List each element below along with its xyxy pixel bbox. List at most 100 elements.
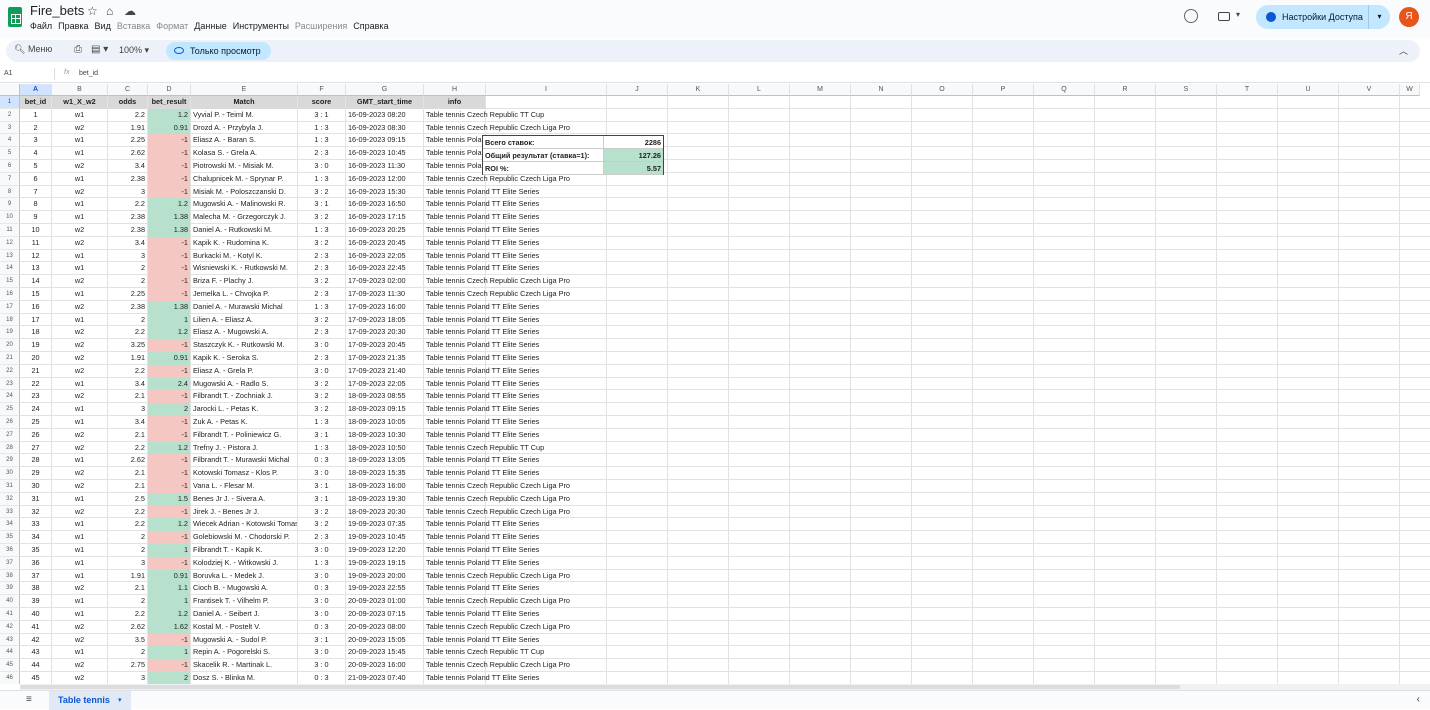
empty-cell[interactable]	[851, 595, 912, 608]
empty-cell[interactable]	[1034, 224, 1095, 237]
table-cell[interactable]: Daniel A. - Seibert J.	[191, 608, 298, 621]
table-cell[interactable]: 1.5	[148, 492, 191, 506]
row-number[interactable]: 12	[0, 236, 20, 250]
table-cell[interactable]: 36	[20, 556, 52, 570]
empty-cell[interactable]	[1339, 300, 1400, 314]
table-cell[interactable]: 3 : 2	[298, 275, 346, 288]
empty-cell[interactable]	[1156, 185, 1217, 199]
empty-cell[interactable]	[1095, 121, 1156, 135]
table-cell[interactable]: 16-09-2023 08:20	[346, 108, 424, 122]
column-title-cell[interactable]: Match	[191, 96, 298, 109]
empty-cell[interactable]	[486, 608, 607, 621]
table-cell[interactable]: 1 : 3	[298, 300, 346, 314]
table-cell[interactable]: 30	[20, 480, 52, 493]
empty-cell[interactable]	[912, 518, 973, 532]
empty-cell[interactable]	[851, 147, 912, 160]
empty-cell[interactable]	[668, 275, 729, 288]
table-cell[interactable]: Vyvial P. - Teiml M.	[191, 108, 298, 122]
empty-cell[interactable]	[729, 620, 790, 634]
empty-cell[interactable]	[1217, 428, 1278, 442]
chevron-left-icon[interactable]: ‹	[1417, 694, 1420, 705]
empty-cell[interactable]	[1217, 582, 1278, 596]
table-cell[interactable]: Table tennis Poland TT Elite Series	[424, 544, 539, 557]
table-cell[interactable]: Malecha M. - Grzegorczyk J.	[191, 211, 298, 224]
table-cell[interactable]: 0.91	[148, 121, 191, 135]
empty-cell[interactable]	[1095, 492, 1156, 506]
table-cell[interactable]: 18-09-2023 13:05	[346, 454, 424, 468]
scrollbar-thumb[interactable]	[20, 685, 1180, 689]
empty-cell[interactable]	[729, 454, 790, 468]
table-cell[interactable]: -1	[148, 160, 191, 173]
empty-cell[interactable]	[1156, 96, 1217, 109]
empty-cell[interactable]	[1156, 569, 1217, 583]
table-cell[interactable]: -1	[148, 185, 191, 199]
empty-cell[interactable]	[1278, 556, 1339, 570]
table-cell[interactable]: w2	[52, 352, 108, 365]
table-cell[interactable]: 16	[20, 300, 52, 314]
empty-cell[interactable]	[729, 288, 790, 301]
empty-cell[interactable]	[668, 198, 729, 212]
table-cell[interactable]: 2	[108, 646, 148, 660]
table-cell[interactable]: Kapik K. - Rudomina K.	[191, 236, 298, 250]
empty-cell[interactable]	[851, 403, 912, 416]
table-cell[interactable]: 3 : 0	[298, 659, 346, 672]
empty-cell[interactable]	[790, 96, 851, 109]
empty-cell[interactable]	[790, 480, 851, 493]
empty-cell[interactable]	[486, 659, 607, 672]
empty-cell[interactable]	[729, 377, 790, 391]
empty-cell[interactable]	[912, 339, 973, 352]
empty-cell[interactable]	[973, 96, 1034, 109]
empty-cell[interactable]	[973, 544, 1034, 557]
empty-cell[interactable]	[1278, 403, 1339, 416]
empty-cell[interactable]	[1278, 390, 1339, 404]
table-cell[interactable]: Jarocki L. - Petas K.	[191, 403, 298, 416]
row-number[interactable]: 9	[0, 198, 20, 212]
row-number[interactable]: 10	[0, 211, 20, 224]
empty-cell[interactable]	[607, 108, 668, 122]
table-cell[interactable]: Table tennis Poland TT Elite Series	[424, 249, 539, 263]
table-cell[interactable]: Table tennis Poland TT Elite Series	[424, 428, 539, 442]
empty-cell[interactable]	[607, 185, 668, 199]
empty-cell[interactable]	[973, 249, 1034, 263]
row-number[interactable]: 28	[0, 441, 20, 455]
table-cell[interactable]: 31	[20, 492, 52, 506]
summary-row[interactable]: ROI %: 5.57	[483, 162, 663, 175]
table-cell[interactable]: w1	[52, 262, 108, 276]
table-cell[interactable]: 3	[108, 185, 148, 199]
empty-cell[interactable]	[1217, 262, 1278, 276]
empty-cell[interactable]	[1095, 198, 1156, 212]
column-header[interactable]: E	[191, 84, 298, 96]
table-cell[interactable]: Staszczyk K. - Rutkowski M.	[191, 339, 298, 352]
empty-cell[interactable]	[973, 147, 1034, 160]
empty-cell[interactable]	[729, 172, 790, 186]
table-cell[interactable]: 3 : 0	[298, 467, 346, 480]
empty-cell[interactable]	[1156, 262, 1217, 276]
empty-cell[interactable]	[1217, 300, 1278, 314]
empty-cell[interactable]	[973, 620, 1034, 634]
table-cell[interactable]: Table tennis Poland TT Elite Series	[424, 416, 539, 429]
table-cell[interactable]: 6	[20, 172, 52, 186]
view-only-chip[interactable]: Только просмотр	[166, 42, 271, 60]
empty-cell[interactable]	[912, 288, 973, 301]
empty-cell[interactable]	[790, 185, 851, 199]
empty-cell[interactable]	[668, 441, 729, 455]
table-cell[interactable]: 18-09-2023 16:00	[346, 480, 424, 493]
empty-cell[interactable]	[790, 569, 851, 583]
menu-search-button[interactable]: 🔍︎ Меню	[14, 44, 52, 55]
empty-cell[interactable]	[1095, 326, 1156, 340]
table-cell[interactable]: 1	[148, 595, 191, 608]
empty-cell[interactable]	[851, 492, 912, 506]
empty-cell[interactable]	[1339, 160, 1400, 173]
empty-cell[interactable]	[1095, 620, 1156, 634]
empty-cell[interactable]	[1278, 480, 1339, 493]
row-number[interactable]: 14	[0, 262, 20, 276]
table-cell[interactable]: 21-09-2023 07:40	[346, 672, 424, 684]
table-cell[interactable]: -1	[148, 390, 191, 404]
table-cell[interactable]: Table tennis Poland TT Elite Series	[424, 467, 539, 480]
table-cell[interactable]: Table tennis Poland TT Elite Series	[424, 518, 539, 532]
empty-cell[interactable]	[851, 198, 912, 212]
empty-cell[interactable]	[1156, 339, 1217, 352]
empty-cell[interactable]	[973, 275, 1034, 288]
table-cell[interactable]: -1	[148, 275, 191, 288]
empty-cell[interactable]	[1095, 595, 1156, 608]
